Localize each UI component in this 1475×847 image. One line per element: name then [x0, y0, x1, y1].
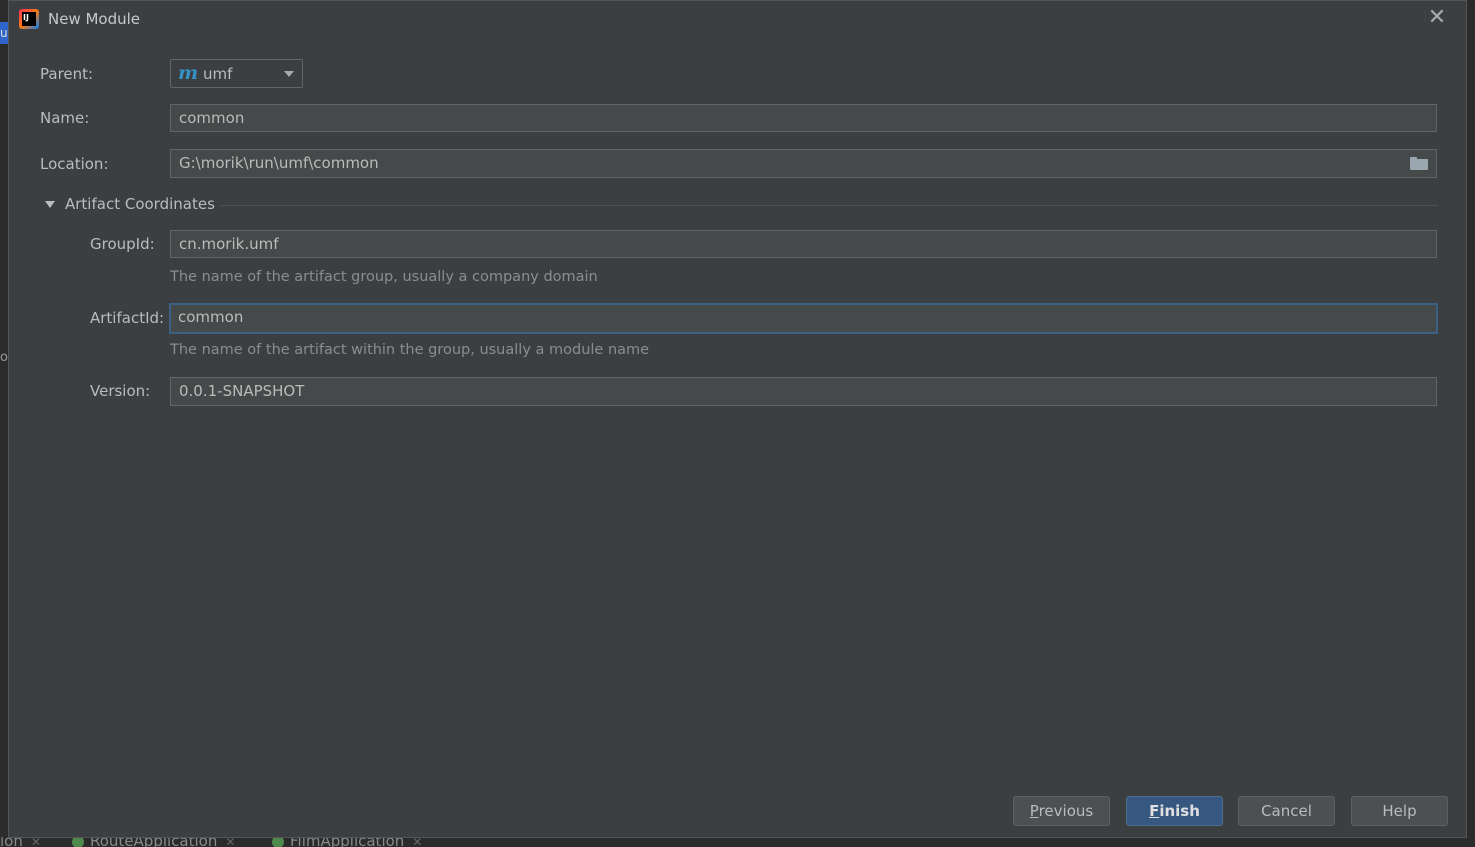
background-gutter-text: o	[0, 350, 8, 365]
intellij-app-icon	[19, 9, 39, 29]
artifact-coordinates-title[interactable]: Artifact Coordinates	[65, 195, 215, 213]
background-editor-tab: u	[0, 22, 8, 44]
parent-dropdown-value: umf	[203, 65, 233, 83]
previous-button[interactable]: Previous	[1013, 796, 1110, 826]
cancel-button[interactable]: Cancel	[1238, 796, 1335, 826]
groupid-hint: The name of the artifact group, usually …	[170, 269, 598, 285]
artifactid-field[interactable]: common	[169, 303, 1438, 334]
name-label: Name:	[40, 109, 90, 127]
dialog-title: New Module	[48, 10, 141, 28]
folder-icon[interactable]	[1410, 157, 1428, 170]
location-field-value: G:\morik\run\umf\common	[179, 154, 379, 172]
collapse-triangle-icon[interactable]	[45, 201, 55, 208]
location-label: Location:	[40, 155, 109, 173]
groupid-label: GroupId:	[90, 235, 155, 253]
artifact-coordinates-section: Artifact Coordinates	[43, 194, 1438, 216]
help-button[interactable]: Help	[1351, 796, 1448, 826]
section-divider	[220, 205, 1438, 206]
groupid-field[interactable]: cn.morik.umf	[170, 230, 1437, 258]
artifactid-hint: The name of the artifact within the grou…	[170, 342, 650, 358]
artifactid-label: ArtifactId:	[90, 309, 165, 327]
finish-button[interactable]: Finish	[1126, 796, 1223, 826]
maven-module-icon: m	[178, 62, 199, 84]
parent-label: Parent:	[40, 65, 94, 83]
version-label: Version:	[90, 382, 151, 400]
new-module-dialog: New Module ✕ Parent: m umf Name: common …	[8, 0, 1467, 838]
dialog-titlebar[interactable]: New Module ✕	[9, 1, 1466, 37]
close-icon[interactable]: ✕	[1426, 7, 1448, 29]
chevron-down-icon	[284, 71, 294, 77]
location-field[interactable]: G:\morik\run\umf\common	[170, 149, 1437, 178]
version-field[interactable]: 0.0.1-SNAPSHOT	[170, 377, 1437, 406]
name-field[interactable]: common	[170, 104, 1437, 132]
parent-dropdown[interactable]: m umf	[170, 59, 303, 88]
